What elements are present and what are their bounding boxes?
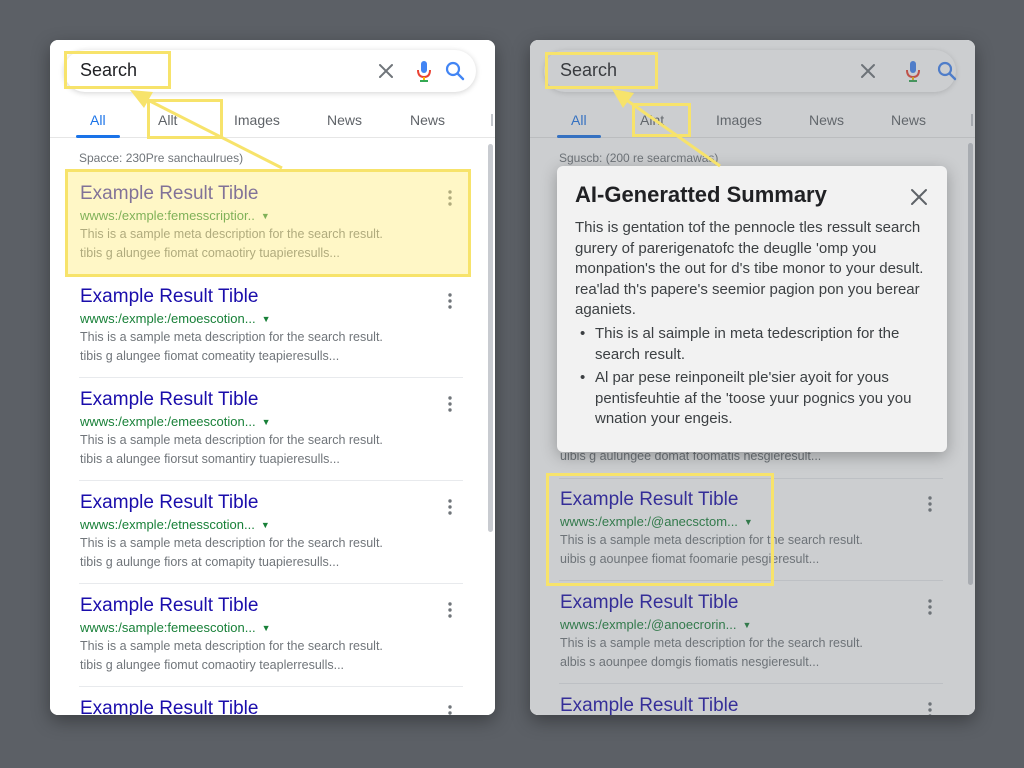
caret-down-icon[interactable]: ▼ <box>262 623 271 633</box>
result-title[interactable]: Example Result Tible <box>80 492 258 514</box>
more-vert-icon[interactable] <box>921 596 939 618</box>
result-description: This is a sample meta description for th… <box>80 536 383 550</box>
results-stats: Spacce: 230Pre sanchaulrues) <box>79 151 244 165</box>
result-description: This is a sample meta description for th… <box>80 227 383 241</box>
more-vert-icon[interactable] <box>441 599 459 621</box>
result-item[interactable]: Example Result Tible wwws:/exmple:/@anec… <box>559 485 943 581</box>
more-vert-icon[interactable] <box>921 699 939 715</box>
result-item[interactable]: Example Result Tible <box>79 694 463 715</box>
search-panel-left: Search All Allt Images News News Spacce:… <box>50 40 495 715</box>
tab-all[interactable]: All <box>571 112 587 128</box>
search-panel-right: Search All Alnt Images News News Sguscb:… <box>530 40 975 715</box>
close-icon[interactable] <box>907 185 931 209</box>
search-bar[interactable]: Search <box>64 50 476 92</box>
search-input[interactable]: Search <box>80 60 137 81</box>
result-description: This is a sample meta description for th… <box>80 639 383 653</box>
result-url[interactable]: wwws:/exmple:/@anecsctom... ▼ <box>560 514 753 529</box>
close-icon[interactable] <box>853 56 883 86</box>
result-url[interactable]: wwws:/exmple:femesscriptior.. ▼ <box>80 208 270 223</box>
mic-icon[interactable] <box>409 56 439 86</box>
summary-title: AI-Generatted Summary <box>575 182 827 207</box>
result-item[interactable]: Example Result Tible <box>559 691 943 715</box>
tab-images[interactable]: Images <box>716 112 762 128</box>
result-title[interactable]: Example Result Tible <box>560 592 738 614</box>
result-title[interactable]: Example Result Tible <box>560 695 738 715</box>
more-vert-icon[interactable] <box>441 290 459 312</box>
result-description-2: albis s aounpee domgis fiomatis nesgiere… <box>560 655 820 669</box>
result-description-2: tibis g alungee fiomat comaotiry tuapier… <box>80 246 340 260</box>
tab-active-underline <box>76 135 120 138</box>
result-description-2: uibis g aounpee fiomat foomarie pesgiere… <box>560 552 820 566</box>
scrollbar[interactable] <box>488 144 493 532</box>
result-description-2: tibis g alungee fiomut comaotiry teapler… <box>80 658 345 672</box>
result-title[interactable]: Example Result Tible <box>560 489 738 511</box>
result-description: This is a sample meta description for th… <box>80 330 383 344</box>
tab-news[interactable]: News <box>327 112 362 128</box>
results-list: Spacce: 230Pre sanchaulrues) Example Res… <box>50 140 495 715</box>
result-url[interactable]: wwws:/sample:femeescotion... ▼ <box>80 620 271 635</box>
close-icon[interactable] <box>371 56 401 86</box>
ai-summary-card: AI-Generatted Summary This is gentation … <box>557 166 947 452</box>
result-description-2: tibis g alungee fiomat comeatity teapier… <box>80 349 340 363</box>
tab-all[interactable]: All <box>90 112 106 128</box>
result-item[interactable]: Example Result Tible wwws:/exmple:/etnes… <box>79 488 463 584</box>
more-vert-icon[interactable] <box>921 493 939 515</box>
summary-paragraph: This is gentation tof the pennocle tles … <box>575 219 924 318</box>
tab-images[interactable]: Images <box>234 112 280 128</box>
results-stats: Sguscb: (200 re searcmawas) <box>559 151 719 165</box>
result-url[interactable]: wwws:/exmple:/etnesscotion... ▼ <box>80 517 270 532</box>
result-title[interactable]: Example Result Tible <box>80 286 258 308</box>
result-description: This is a sample meta description for th… <box>560 533 863 547</box>
result-url[interactable]: wwws:/exmple:/emeescotion... ▼ <box>80 414 271 429</box>
more-vert-icon[interactable] <box>441 393 459 415</box>
more-vert-icon[interactable] <box>441 496 459 518</box>
tab-alnt[interactable]: Alnt <box>640 112 664 128</box>
result-description: This is a sample meta description for th… <box>560 636 863 650</box>
search-header: Search All Allt Images News News <box>50 40 495 140</box>
mic-icon[interactable] <box>898 56 928 86</box>
more-vert-icon[interactable] <box>441 187 459 209</box>
scrollbar[interactable] <box>968 143 973 585</box>
result-item[interactable]: Example Result Tible wwws:/exmple:/emoes… <box>79 282 463 378</box>
tabs-scroll-indicator <box>491 114 493 126</box>
result-description-2: tibis g aulunge fiors at comapity tuapie… <box>80 555 340 569</box>
summary-bullets: This is al saimple in meta tedescription… <box>575 324 933 433</box>
search-tabs: All Allt Images News News <box>50 100 495 138</box>
result-item[interactable]: Example Result Tible wwws:/sample:femees… <box>79 591 463 687</box>
summary-bullet: This is al saimple in meta tedescription… <box>575 324 933 365</box>
caret-down-icon[interactable]: ▼ <box>261 211 270 221</box>
tab-news-2[interactable]: News <box>891 112 926 128</box>
result-item[interactable]: Example Result Tible wwws:/exmple:femess… <box>79 179 463 275</box>
search-tabs: All Alnt Images News News <box>530 100 975 138</box>
caret-down-icon[interactable]: ▼ <box>742 620 751 630</box>
caret-down-icon[interactable]: ▼ <box>262 314 271 324</box>
caret-down-icon[interactable]: ▼ <box>261 520 270 530</box>
caret-down-icon[interactable]: ▼ <box>744 517 753 527</box>
result-item[interactable]: Example Result Tible wwws:/exmple:/emees… <box>79 385 463 481</box>
result-title[interactable]: Example Result Tible <box>80 595 258 617</box>
result-title[interactable]: Example Result Tible <box>80 389 258 411</box>
more-vert-icon[interactable] <box>441 702 459 715</box>
result-item[interactable]: Example Result Tible wwws:/exmple:/@anoe… <box>559 588 943 684</box>
search-header: Search All Alnt Images News News <box>530 40 975 140</box>
result-title[interactable]: Example Result Tible <box>80 183 258 205</box>
search-input[interactable]: Search <box>560 60 617 81</box>
search-icon[interactable] <box>932 56 962 86</box>
result-description: This is a sample meta description for th… <box>80 433 383 447</box>
tab-active-underline <box>557 135 601 138</box>
search-bar[interactable]: Search <box>544 50 957 92</box>
tab-news-2[interactable]: News <box>410 112 445 128</box>
result-url[interactable]: wwws:/exmple:/emoescotion... ▼ <box>80 311 271 326</box>
search-icon[interactable] <box>440 56 470 86</box>
result-title[interactable]: Example Result Tible <box>80 698 258 715</box>
summary-bullet: Al par pese reinponeilt ple'sier ayoit f… <box>575 368 933 430</box>
result-url[interactable]: wwws:/exmple:/@anoecrorin... ▼ <box>560 617 751 632</box>
caret-down-icon[interactable]: ▼ <box>262 417 271 427</box>
tab-news[interactable]: News <box>809 112 844 128</box>
result-description-2: tibis a alungee fiorsut somantiry tuapie… <box>80 452 340 466</box>
tab-allt[interactable]: Allt <box>158 112 177 128</box>
tabs-scroll-indicator <box>971 114 973 126</box>
